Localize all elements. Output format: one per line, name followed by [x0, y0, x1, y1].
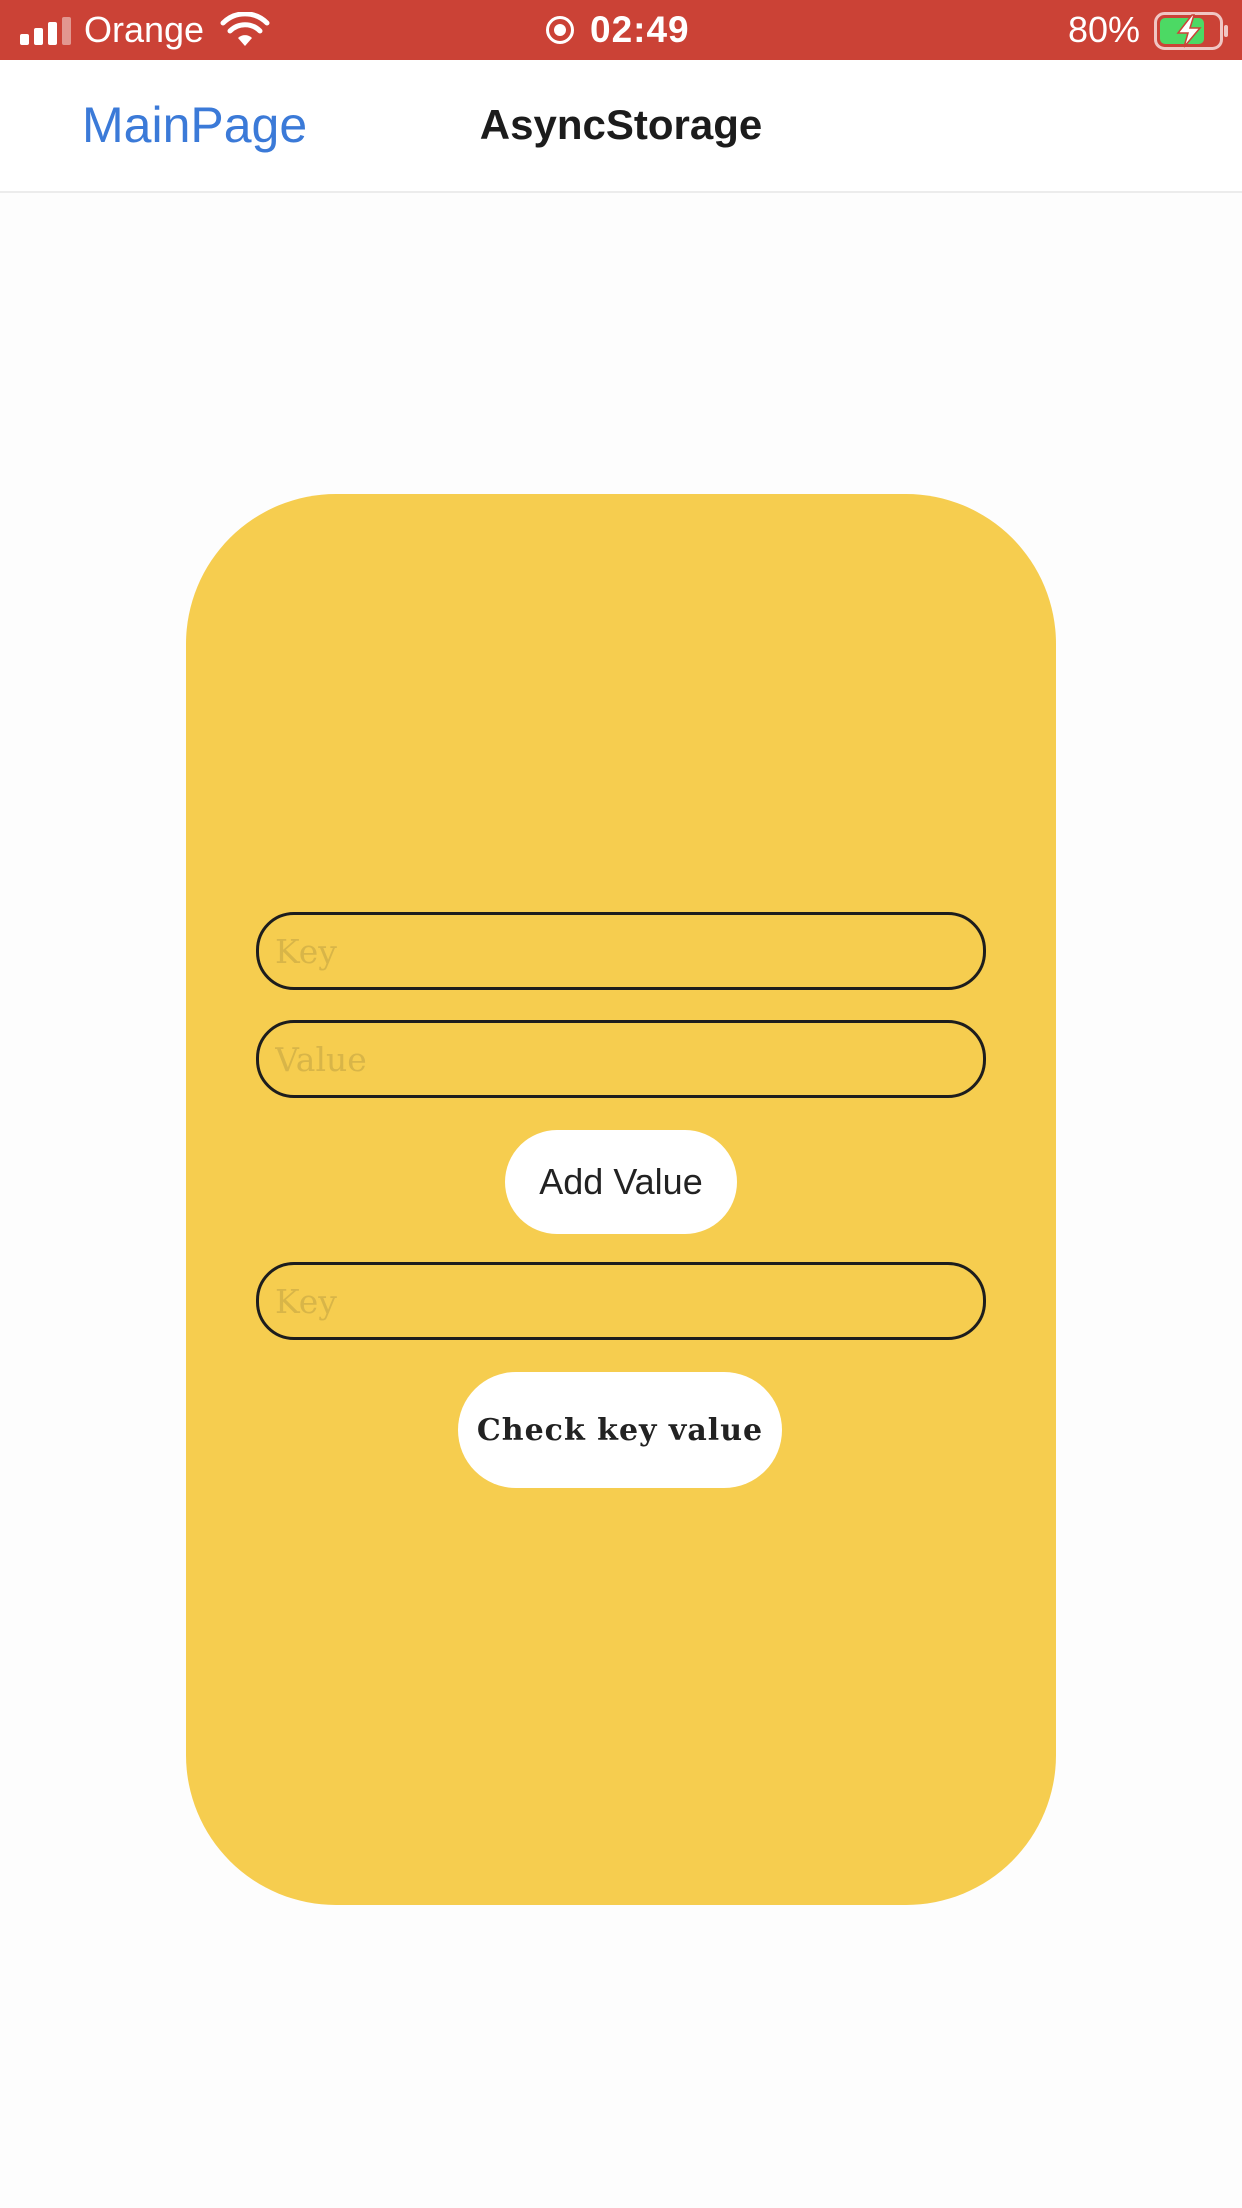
status-time: 02:49	[590, 9, 690, 50]
value-field[interactable]	[256, 1020, 986, 1098]
wifi-icon	[220, 12, 270, 46]
key-field[interactable]	[256, 912, 986, 990]
navigation-header: MainPage AsyncStorage	[0, 60, 1242, 193]
carrier-name: Orange	[84, 9, 205, 50]
storage-card: Add Value Check key value	[186, 494, 1056, 1905]
check-key-value-button[interactable]: Check key value	[458, 1372, 782, 1488]
screen-recording-icon	[546, 16, 574, 44]
value-input[interactable]	[259, 1023, 983, 1095]
status-bar: Orange 02:49 80%	[0, 0, 1242, 60]
battery-charging-icon	[1154, 12, 1228, 50]
check-key-field[interactable]	[256, 1262, 986, 1340]
check-key-input[interactable]	[259, 1265, 983, 1337]
cellular-signal-icon	[20, 17, 71, 45]
add-value-button[interactable]: Add Value	[505, 1130, 737, 1234]
battery-percentage: 80%	[1068, 9, 1141, 50]
key-input[interactable]	[259, 915, 983, 987]
page-title: AsyncStorage	[479, 101, 763, 148]
